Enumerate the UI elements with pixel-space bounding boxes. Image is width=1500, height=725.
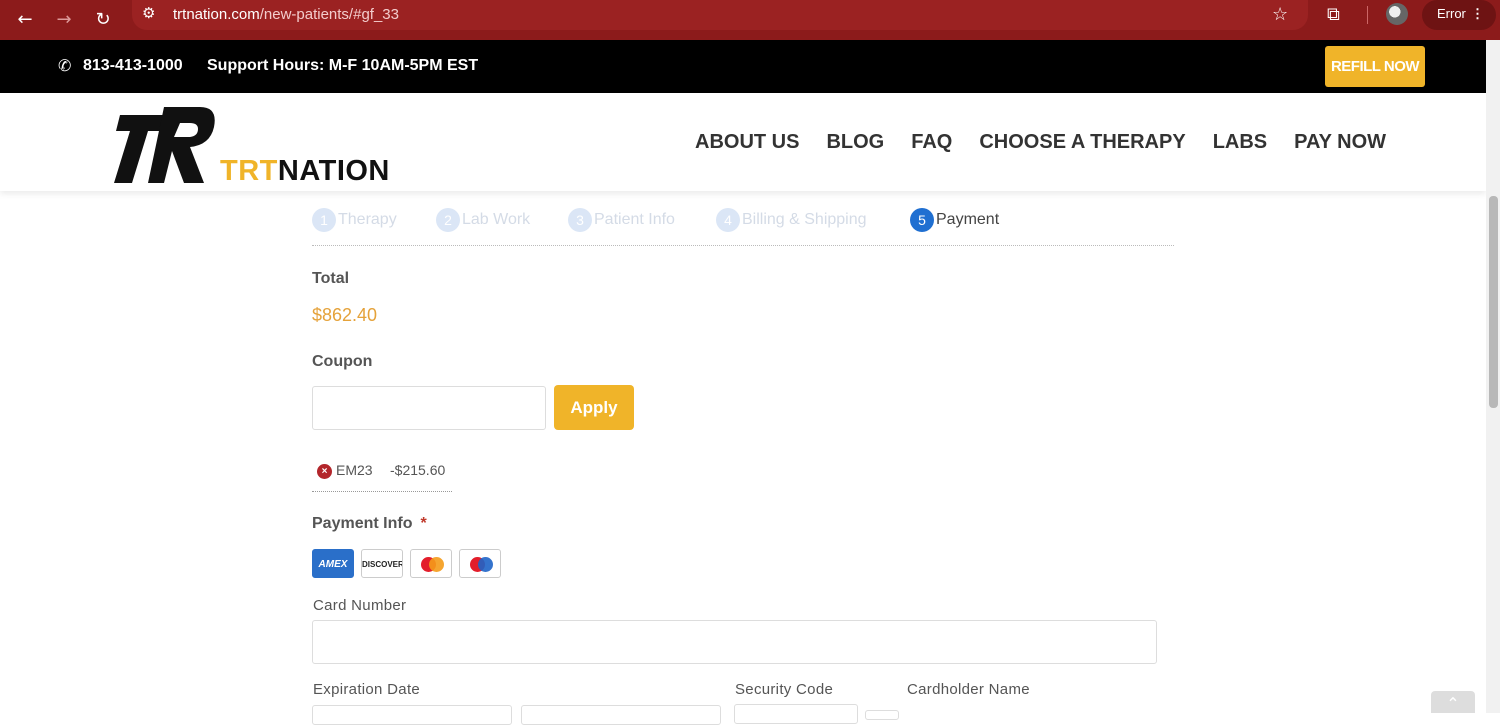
forward-icon[interactable]: →	[50, 6, 78, 34]
step-payment: 5 Payment	[910, 208, 999, 232]
step-therapy: 1 Therapy	[312, 208, 397, 232]
total-value: $862.40	[312, 305, 378, 325]
coupon-discount: -$215.60	[390, 462, 446, 478]
url-text[interactable]: trtnation.com/new-patients/#gf_33	[173, 6, 399, 23]
required-marker: *	[420, 515, 427, 532]
payment-info-label: Payment Info *	[312, 515, 427, 532]
nav-choose-a-therapy[interactable]: CHOOSE A THERAPY	[979, 131, 1185, 154]
card-type-list: AMEX DISCOVER	[312, 549, 501, 578]
step-lab-work: 2 Lab Work	[436, 208, 530, 232]
nav-about-us[interactable]: ABOUT US	[695, 131, 799, 154]
toolbar-divider	[1367, 6, 1368, 24]
security-code-field[interactable]	[734, 704, 858, 724]
main-navigation: ABOUT US BLOG FAQ CHOOSE A THERAPY LABS …	[695, 131, 1413, 154]
security-code-help-icon[interactable]	[865, 710, 899, 720]
step-billing-shipping: 4 Billing & Shipping	[716, 208, 867, 232]
error-menu-button[interactable]: Error ⋮	[1422, 0, 1496, 30]
form-steps: 1 Therapy 2 Lab Work 3 Patient Info 4 Billin…	[312, 208, 1174, 246]
phone-number[interactable]: 813-413-1000	[83, 57, 183, 75]
reload-icon[interactable]: ↻	[89, 6, 117, 34]
cardholder-name-label: Cardholder Name	[907, 681, 1030, 698]
mastercard-icon	[410, 549, 452, 578]
back-icon[interactable]: ←	[11, 6, 39, 34]
expiration-month-select[interactable]	[312, 705, 512, 725]
scrollbar-thumb[interactable]	[1489, 196, 1498, 408]
refill-now-button[interactable]: REFILL NOW	[1325, 46, 1425, 87]
maestro-card-icon	[459, 549, 501, 578]
applied-coupon: × EM23 -$215.60	[312, 458, 452, 492]
expiration-year-select[interactable]	[521, 705, 721, 725]
site-settings-icon[interactable]: ⚙	[142, 4, 155, 22]
menu-dots-icon: ⋮	[1471, 6, 1484, 21]
coupon-input[interactable]	[312, 386, 546, 430]
step-patient-info: 3 Patient Info	[568, 208, 675, 232]
nav-blog[interactable]: BLOG	[826, 131, 884, 154]
extensions-icon[interactable]: ⧉	[1327, 4, 1340, 25]
expiration-date-label: Expiration Date	[313, 681, 421, 698]
nav-labs[interactable]: LABS	[1213, 131, 1267, 154]
logo-text[interactable]: TRTNATION	[220, 155, 390, 188]
nav-pay-now[interactable]: PAY NOW	[1294, 131, 1386, 154]
top-info-bar: ✆ 813-413-1000 Support Hours: M-F 10AM-5…	[0, 40, 1486, 93]
nav-faq[interactable]: FAQ	[911, 131, 952, 154]
coupon-label: Coupon	[312, 353, 373, 370]
site-header: TRTNATION ABOUT US BLOG FAQ CHOOSE A THE…	[0, 93, 1486, 191]
total-label: Total	[312, 270, 350, 287]
discover-card-icon: DISCOVER	[361, 549, 403, 578]
card-number-label: Card Number	[313, 597, 407, 614]
profile-avatar[interactable]	[1386, 3, 1408, 25]
scroll-to-top-button[interactable]: ⌃	[1431, 691, 1475, 713]
coupon-code: EM23	[336, 462, 373, 478]
phone-icon: ✆	[58, 56, 72, 75]
remove-coupon-icon[interactable]: ×	[317, 464, 332, 479]
card-number-field[interactable]	[312, 620, 1157, 664]
security-code-label: Security Code	[735, 681, 834, 698]
logo-mark-icon[interactable]	[112, 101, 218, 185]
support-hours: Support Hours: M-F 10AM-5PM EST	[207, 57, 479, 74]
amex-card-icon: AMEX	[312, 549, 354, 578]
bookmark-star-icon[interactable]: ☆	[1272, 4, 1288, 25]
apply-coupon-button[interactable]: Apply	[554, 385, 634, 430]
